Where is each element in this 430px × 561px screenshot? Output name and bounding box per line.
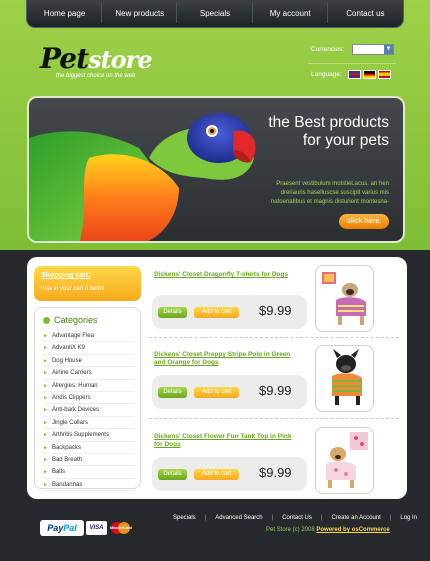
product-image[interactable] [315,265,374,332]
add-to-cart-button[interactable]: Add to cart [194,469,239,480]
category-item[interactable]: ► Dog House [43,355,135,368]
copyright-text: Pet Store (c) 2008 [266,527,315,533]
dog-tank-top-image [326,432,368,488]
main-panel: Shopping cart: now in your cart 0 items … [27,257,407,499]
banner-title: the Best products for your pets [268,114,389,150]
arrow-right-icon: ► [43,357,48,364]
visa-logo: VISA [86,521,107,535]
chevron-down-icon: ▼ [384,45,393,54]
arrow-right-icon: ► [43,407,48,414]
arrow-right-icon: ► [43,456,48,463]
arrow-right-icon: ► [43,370,48,377]
footer-links: Specials | Advanced Search | Contact Us | Crea… [173,515,418,521]
categories-title: Categories [43,315,98,325]
category-item[interactable]: ► Andis Clippers [43,392,135,405]
flag-spanish-icon[interactable] [378,70,391,79]
categories-box: Categories ► Advantage Flea ► AdvantiX K9 … [34,307,141,492]
category-item[interactable]: ► Bandannas [43,479,135,492]
arrow-right-icon: ► [43,382,48,389]
details-button[interactable]: Details [158,307,187,318]
category-list: ► Advantage Flea ► AdvantiX K9 ► Dog House … [43,330,135,492]
product-image[interactable] [315,345,374,412]
tagline: the biggest choice on the web [56,73,136,79]
product-card: Dickens' Closet Dragonfly T-shirts for D… [149,257,399,335]
product-price: $9.99 [259,465,292,480]
details-button[interactable]: Details [158,387,187,398]
click-here-button[interactable]: click here. [339,214,389,229]
product-card: Dickens' Closet Preppy Stripe Polo in Gr… [149,337,399,415]
category-item[interactable]: ► Allergies: Human [43,380,135,392]
banner-text: Praesent vestibulum molstieLacus. an hen… [270,181,389,205]
product-title[interactable]: Dickens' Closet Flower Fun Tank Top in P… [154,433,296,449]
nav-new-products[interactable]: New products [102,3,178,23]
product-price: $9.99 [259,383,292,398]
logo-store-text: store [88,45,153,74]
product-actions: Details Add to cart $9.99 [152,375,307,409]
category-item[interactable]: ► Arthritis Supplements [43,429,135,442]
copyright: Pet Store (c) 2008 Powered by osCommerce [266,527,390,533]
footer-link-advanced-search[interactable]: Advanced Search [215,515,262,521]
footer-link-create-account[interactable]: Create an Account [331,515,380,521]
nav-my-account[interactable]: My account [253,3,329,23]
parrot-image [29,113,256,241]
arrow-right-icon: ► [43,419,48,426]
product-price: $9.99 [259,303,292,318]
product-actions: Details Add to cart $9.99 [152,457,307,491]
category-item[interactable]: ► Jingle Collars [43,417,135,430]
product-title[interactable]: Dickens' Closet Dragonfly T-shirts for D… [154,271,296,279]
footer-link-contact-us[interactable]: Contact Us [282,515,312,521]
product-title[interactable]: Dickens' Closet Preppy Stripe Polo in Gr… [154,351,296,367]
payment-logos: PayPal VISA MasterCard [40,520,133,536]
cart-subtitle: now in your cart 0 items [41,286,105,292]
currency-select[interactable]: ▼ [352,44,394,55]
logo-pet-text: Pet [40,42,89,75]
product-image[interactable] [315,427,374,494]
arrow-right-icon: ► [43,469,48,476]
hero-banner: the Best products for your pets Praesent… [27,96,405,243]
banner-title-line2: for your pets [302,132,389,149]
banner-title-line1: the Best products [268,114,389,131]
arrow-right-icon: ► [43,481,48,488]
details-button[interactable]: Details [158,469,187,480]
main-nav: Home page New products Specials My accou… [26,0,404,28]
dog-polo-image [332,349,362,405]
arrow-right-icon: ► [43,394,48,401]
category-item[interactable]: ► Airline Carriers [43,367,135,380]
nav-specials[interactable]: Specials [177,3,253,23]
dog-tshirt-image [322,272,366,325]
category-item[interactable]: ► AdvantiX K9 [43,342,135,355]
category-item[interactable]: ► Bad Breath [43,454,135,467]
powered-by-link[interactable]: Powered by osCommerce [316,527,389,533]
product-card: Dickens' Closet Flower Fun Tank Top in P… [149,419,399,497]
flag-english-icon[interactable] [348,70,361,79]
paypal-logo: PayPal [40,520,84,536]
shopping-cart-box[interactable]: Shopping cart: now in your cart 0 items [34,266,141,301]
arrow-right-icon: ► [43,345,48,352]
category-item[interactable]: ► Backpacks [43,442,135,454]
divider [308,63,396,64]
add-to-cart-button[interactable]: Add to cart [194,307,239,318]
category-item[interactable]: ► Balls [43,466,135,479]
footer-link-log-in[interactable]: Log In [400,515,417,521]
category-item[interactable]: ► Anti-bark Devices [43,404,135,417]
mastercard-logo: MasterCard [109,521,133,535]
nav-contact-us[interactable]: Contact us [328,9,403,18]
logo[interactable]: Petstore [40,42,153,75]
arrow-right-icon: ► [43,432,48,439]
bullet-icon [43,317,50,324]
currencies-label: Currencies: [311,46,345,53]
product-actions: Details Add to cart $9.99 [152,295,307,329]
language-label: Language: [311,71,342,78]
add-to-cart-button[interactable]: Add to cart [194,387,239,398]
language-flags [348,70,391,79]
footer-link-specials[interactable]: Specials [173,515,196,521]
arrow-right-icon: ► [43,333,48,339]
arrow-right-icon: ► [43,444,48,451]
cart-title[interactable]: Shopping cart: [41,272,90,279]
nav-home[interactable]: Home page [27,3,103,23]
flag-german-icon[interactable] [363,70,376,79]
category-item[interactable]: ► Advantage Flea [43,330,135,343]
